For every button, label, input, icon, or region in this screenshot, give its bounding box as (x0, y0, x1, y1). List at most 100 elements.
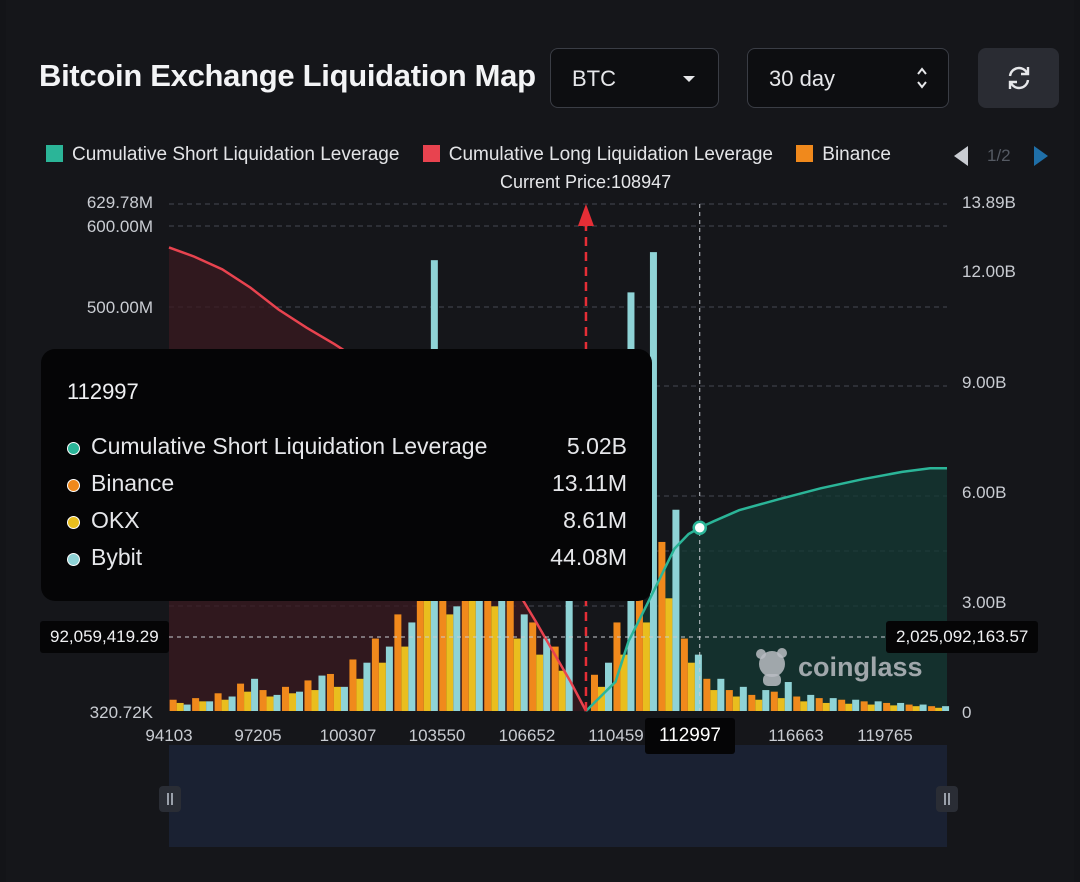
watermark-text: coinglass (798, 652, 923, 682)
binance-bar (349, 659, 357, 711)
binance-bar (905, 704, 913, 711)
tooltip-row-short: Cumulative Short Liquidation Leverage 5.… (67, 433, 627, 463)
crosshair-x-value: 112997 (645, 718, 735, 754)
bybit-bar (874, 701, 882, 711)
okx-bar (687, 662, 695, 711)
y-right-tick-label: 6.00B (962, 483, 1006, 502)
okx-bar (777, 698, 785, 711)
okx-bar (513, 638, 521, 711)
range-slider-left-handle[interactable] (159, 786, 181, 812)
tooltip-value-short: 5.02B (566, 433, 627, 459)
range-slider-right-handle[interactable] (936, 786, 958, 812)
bybit-bar (363, 662, 371, 711)
okx-bar (446, 614, 454, 711)
binance-bar (394, 614, 402, 711)
x-tick-label: 119765 (857, 726, 912, 745)
bybit-bar (852, 699, 860, 711)
y-right-tick-label: 3.00B (962, 593, 1006, 612)
binance-bar (259, 690, 267, 711)
bybit-bar (739, 686, 747, 711)
bybit-bar (498, 590, 506, 711)
tooltip-row-bybit: Bybit 44.08M (67, 544, 627, 574)
bybit-bar (717, 678, 725, 711)
okx-bar (912, 706, 920, 711)
bybit-bar (942, 706, 950, 711)
y-left-tick-label: 600.00M (87, 217, 153, 236)
x-tick-label: 110459 (588, 726, 643, 745)
binance-bar (793, 696, 801, 711)
y-left-tick-label: 320.72K (90, 703, 154, 722)
okx-bar (935, 707, 943, 711)
y-right-tick-label: 12.00B (962, 262, 1016, 281)
x-tick-label: 116663 (768, 726, 823, 745)
okx-bar (845, 703, 853, 711)
binance-bar (304, 680, 312, 711)
range-slider-track (169, 745, 947, 847)
okx-bar (199, 701, 207, 711)
current-price-arrow (577, 204, 594, 226)
binance-bar (192, 698, 200, 711)
binance-bar (237, 683, 245, 711)
crosshair-left-value: 92,059,419.29 (40, 621, 169, 653)
bybit-bar (807, 694, 815, 711)
okx-bar (356, 678, 364, 711)
tooltip-dot-okx (67, 516, 80, 529)
binance-bar (748, 694, 756, 711)
y-left-tick-label: 629.78M (87, 193, 153, 212)
tooltip-row-okx: OKX 8.61M (67, 507, 627, 537)
bybit-bar (228, 696, 236, 711)
okx-bar (423, 590, 431, 711)
tooltip-dot-short (67, 442, 80, 455)
tooltip-label-okx: OKX (91, 507, 140, 533)
okx-bar (176, 702, 184, 711)
okx-bar (890, 705, 898, 711)
tooltip-value-okx: 8.61M (563, 507, 627, 533)
tooltip-dot-binance (67, 479, 80, 492)
binance-bar (529, 622, 537, 711)
bybit-bar (340, 686, 348, 711)
okx-bar (468, 582, 476, 711)
bybit-bar (897, 702, 905, 711)
okx-bar (221, 699, 229, 711)
x-tick-label: 100307 (320, 726, 377, 745)
okx-bar (311, 690, 319, 711)
okx-bar (244, 691, 252, 711)
tooltip-row-binance: Binance 13.11M (67, 470, 627, 500)
bybit-bar (672, 509, 680, 711)
bybit-bar (453, 606, 461, 711)
okx-bar (822, 702, 830, 711)
bybit-bar (694, 654, 702, 711)
y-right-tick-label: 0 (962, 703, 971, 722)
y-right-tick-label: 9.00B (962, 373, 1006, 392)
bybit-bar (543, 638, 551, 711)
tooltip-label-short: Cumulative Short Liquidation Leverage (91, 433, 488, 459)
okx-bar (266, 696, 274, 711)
tooltip-value-binance: 13.11M (551, 470, 627, 496)
x-tick-label: 106652 (499, 726, 556, 745)
x-tick-label: 94103 (145, 726, 192, 745)
bybit-bar (385, 646, 393, 711)
okx-bar (491, 606, 499, 711)
binance-bar (282, 686, 290, 711)
tooltip-dot-bybit (67, 553, 80, 566)
tooltip-label-bybit: Bybit (91, 544, 143, 570)
bybit-bar (206, 701, 214, 711)
y-right-tick-label: 13.89B (962, 193, 1016, 212)
binance-bar (680, 638, 688, 711)
okx-bar (867, 704, 875, 711)
coinglass-mascot-icon (756, 648, 787, 686)
bybit-bar (520, 614, 528, 711)
bybit-bar (408, 622, 416, 711)
bybit-bar (296, 691, 304, 711)
okx-bar (289, 693, 297, 711)
x-tick-label: 103550 (409, 726, 466, 745)
okx-bar (642, 622, 650, 711)
binance-bar (770, 691, 778, 711)
tooltip-title: 112997 (67, 379, 139, 404)
okx-bar (755, 699, 763, 711)
hover-point (692, 520, 707, 536)
binance-bar (883, 702, 891, 711)
okx-bar (333, 686, 341, 711)
x-tick-label: 97205 (234, 726, 281, 745)
binance-bar (214, 693, 222, 711)
